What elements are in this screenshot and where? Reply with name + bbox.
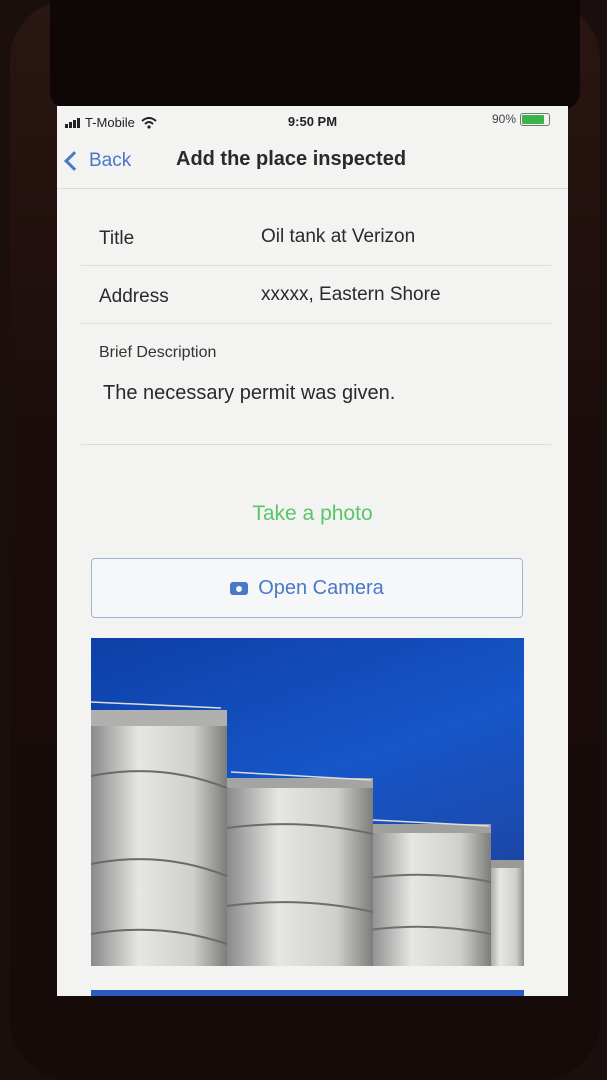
status-right: 90% <box>492 112 550 126</box>
description-field[interactable]: The necessary permit was given. <box>103 382 395 405</box>
address-row[interactable]: Address xxxxx, Eastern Shore <box>81 266 551 324</box>
navigation-bar: Back Add the place inspected <box>57 136 568 189</box>
open-camera-label: Open Camera <box>258 576 384 599</box>
phone-bezel <box>50 0 580 110</box>
screen: T-Mobile 9:50 PM 90% Back Add the place … <box>57 106 568 996</box>
take-photo-heading: Take a photo <box>252 502 373 525</box>
address-field[interactable]: xxxxx, Eastern Shore <box>261 284 441 306</box>
open-camera-button[interactable]: Open Camera <box>91 558 523 618</box>
back-label: Back <box>89 150 132 171</box>
battery-percent: 90% <box>491 112 516 126</box>
camera-icon <box>230 581 249 595</box>
title-row[interactable]: Title Oil tank at Verizon <box>81 208 551 266</box>
title-label: Title <box>99 228 135 249</box>
divider <box>81 444 551 445</box>
bottom-accent-bar <box>91 990 524 996</box>
back-button[interactable]: Back <box>64 150 132 172</box>
status-bar: T-Mobile 9:50 PM 90% <box>57 106 568 136</box>
chevron-left-icon <box>64 151 84 171</box>
description-label: Brief Description <box>99 344 217 361</box>
page-title: Add the place inspected <box>176 148 407 170</box>
captured-photo <box>91 638 524 966</box>
battery-icon <box>520 112 550 126</box>
title-field[interactable]: Oil tank at Verizon <box>261 226 415 248</box>
address-label: Address <box>99 286 169 307</box>
oil-tanks-image <box>91 701 524 966</box>
